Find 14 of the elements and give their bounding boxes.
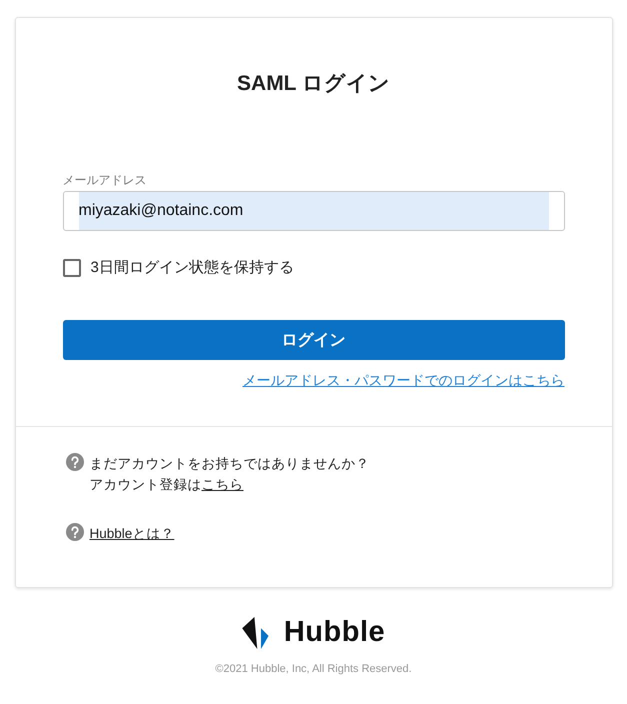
about-link[interactable]: Hubbleとは？ [90, 523, 174, 544]
password-login-link[interactable]: メールアドレス・パスワードでのログインはこちら [242, 372, 564, 390]
email-field[interactable]: miyazaki@notainc.com [62, 191, 564, 231]
help-icon [66, 453, 84, 471]
login-button[interactable]: ログイン [62, 320, 564, 360]
signup-prompt: まだアカウントをお持ちではありませんか？ アカウント登録は こちら [90, 455, 370, 494]
copyright-text: ©2021 Hubble, Inc, All Rights Reserved. [215, 663, 412, 675]
email-label: メールアドレス [62, 173, 148, 187]
signup-link[interactable]: こちら [202, 477, 244, 492]
hubble-logo: Hubble [242, 616, 386, 649]
remember-checkbox[interactable] [62, 258, 80, 276]
remember-label: 3日間ログイン状態を保持する [90, 258, 294, 277]
page-title: SAML ログイン [236, 71, 391, 97]
help-icon [66, 523, 84, 541]
